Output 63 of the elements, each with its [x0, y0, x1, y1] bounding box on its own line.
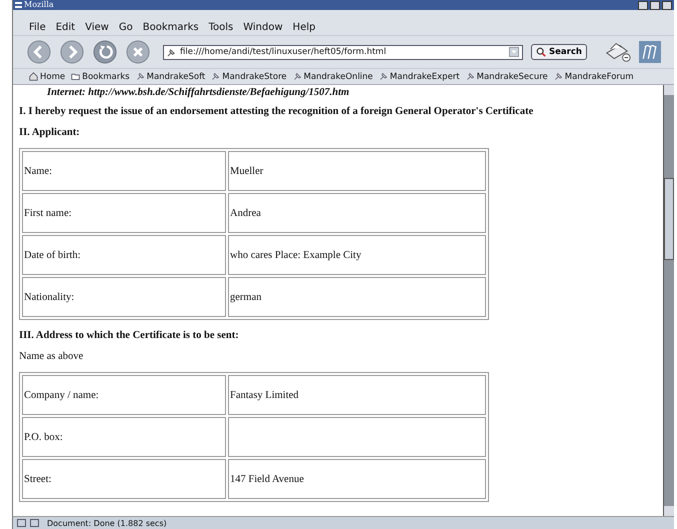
cell-text: Street:	[24, 474, 52, 484]
forward-icon[interactable]	[60, 40, 84, 64]
bookmark-icon	[292, 72, 302, 81]
cell-text: Mueller	[230, 166, 264, 176]
section-heading: II. Applicant:	[19, 127, 81, 138]
bookmark-item[interactable]: MandrakeSoft	[136, 72, 206, 82]
page-link-text: Internet: http://www.bsh.de/Schiffahrtsdienste/Befaehigung/1507.htm	[46, 87, 350, 98]
menu-item[interactable]: Edit	[56, 22, 76, 33]
logo-icon	[638, 40, 661, 64]
security-icon	[30, 519, 39, 527]
bookmark-icon	[136, 72, 145, 81]
cell-text: who cares Place: Example City	[230, 250, 362, 260]
stop-icon[interactable]	[126, 40, 150, 64]
bookmark-icon	[211, 72, 220, 81]
search-icon	[536, 47, 546, 57]
bookmark-icon	[466, 72, 475, 81]
menu-item[interactable]: View	[85, 22, 109, 33]
dropdown-icon[interactable]	[509, 47, 519, 57]
status-text: Document: Done (1.882 secs)	[46, 518, 167, 528]
scroll-thumb[interactable]	[664, 178, 674, 260]
menu-item[interactable]: Go	[118, 22, 133, 33]
house-icon	[29, 72, 38, 81]
url-text: file:///home/andi/test/linuxuser/heft05/form.html	[180, 47, 388, 57]
cell-text: First name:	[24, 208, 72, 218]
cell-text: Fantasy Limited	[230, 390, 299, 400]
status-icon	[17, 519, 26, 527]
address-field[interactable]: file:///home/andi/test/linuxuser/heft05/form.html	[163, 44, 523, 60]
window-title: Mozilla	[24, 0, 55, 10]
cell-text: german	[230, 292, 262, 302]
reload-icon[interactable]	[93, 40, 117, 64]
bookmark-item[interactable]: MandrakeStore	[211, 72, 287, 82]
minimize-icon[interactable]	[638, 0, 648, 10]
cell-text: Company / name:	[24, 390, 99, 400]
cell-text: 147 Field Avenue	[230, 474, 304, 484]
bookmark-item[interactable]: Bookmarks	[71, 72, 130, 82]
cell-text: Name:	[24, 166, 52, 176]
menu-item[interactable]: Bookmarks	[142, 22, 199, 33]
bookmark-icon	[554, 72, 563, 81]
bookmark-item[interactable]: MandrakeExpert	[378, 72, 460, 82]
menu-item[interactable]: Window	[243, 22, 283, 33]
paragraph-text: Name as above	[19, 351, 84, 362]
bookmark-item[interactable]: MandrakeForum	[554, 72, 634, 82]
section-heading: I. I hereby request the issue of an endorsement attesting the recognition of a foreign General Operator's Certificate	[19, 106, 534, 117]
window-menu-icon[interactable]	[15, 2, 22, 8]
cell-text: P.O. box:	[24, 432, 63, 442]
bookmark-item[interactable]: MandrakeOnline	[292, 72, 373, 82]
maximize-icon[interactable]	[650, 0, 660, 10]
cell-text: Nationality:	[24, 292, 74, 302]
section-heading: III. Address to which the Certificate is to be sent:	[19, 330, 240, 341]
bookmark-item[interactable]: MandrakeSecure	[466, 72, 548, 82]
page-icon	[167, 48, 176, 56]
cell-text: Andrea	[230, 208, 261, 218]
menu-item[interactable]: File	[29, 22, 46, 33]
folder-icon	[71, 72, 80, 81]
cell-text: Date of birth:	[24, 250, 81, 260]
back-icon[interactable]	[27, 40, 51, 64]
vertical-scrollbar[interactable]	[663, 85, 674, 516]
bookmark-item[interactable]: Home	[29, 72, 66, 82]
menu-item[interactable]: Tools	[208, 22, 234, 33]
search-button[interactable]: Search	[531, 44, 587, 60]
close-icon[interactable]	[662, 0, 672, 10]
menu-item[interactable]: Help	[292, 22, 316, 33]
bookmark-icon	[378, 72, 388, 81]
